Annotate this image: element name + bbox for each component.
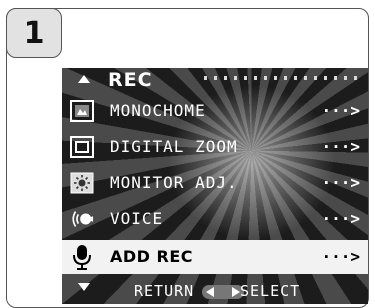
submenu-arrow-icon: ···> [321,137,360,156]
submenu-arrow-icon: ···> [321,247,360,266]
header-dotted-divider [204,76,364,80]
right-arrow-icon [232,287,240,297]
step-number-badge: 1 [6,8,62,58]
nav-pad-icon [202,285,244,299]
left-arrow-icon [206,287,214,297]
menu-item-label: ADD REC [110,247,194,266]
menu-item-voice[interactable]: VOICE ···> [62,202,368,236]
select-hint: SELECT [240,282,301,300]
submenu-arrow-icon: ···> [321,173,360,192]
camera-lcd-screen: REC MONOCHOME ···> DIGITAL ZOOM ···> MON… [62,68,368,304]
menu-item-label: MONOCHOME [110,101,206,120]
menu-item-add-rec[interactable]: ADD REC ···> [62,240,368,274]
digital-zoom-icon [70,135,94,159]
menu-item-monitor-adj[interactable]: MONITOR ADJ. ···> [62,166,368,200]
menu-footer: RETURN SELECT [62,276,368,304]
menu-item-monochrome[interactable]: MONOCHOME ···> [62,94,368,128]
submenu-arrow-icon: ···> [321,101,360,120]
microphone-icon [70,245,94,270]
scroll-down-icon[interactable] [78,283,90,291]
scroll-up-icon[interactable] [78,75,90,83]
submenu-arrow-icon: ···> [321,209,360,228]
voice-icon [70,207,94,231]
menu-header: REC [62,68,368,92]
menu-item-label: DIGITAL ZOOM [110,137,238,156]
menu-item-digital-zoom[interactable]: DIGITAL ZOOM ···> [62,130,368,164]
menu-item-label: VOICE [110,209,164,228]
return-hint: RETURN [134,282,195,300]
monitor-adjust-icon [70,171,94,195]
monochrome-icon [70,99,94,123]
menu-item-label: MONITOR ADJ. [110,173,238,192]
menu-title: REC [108,69,153,91]
